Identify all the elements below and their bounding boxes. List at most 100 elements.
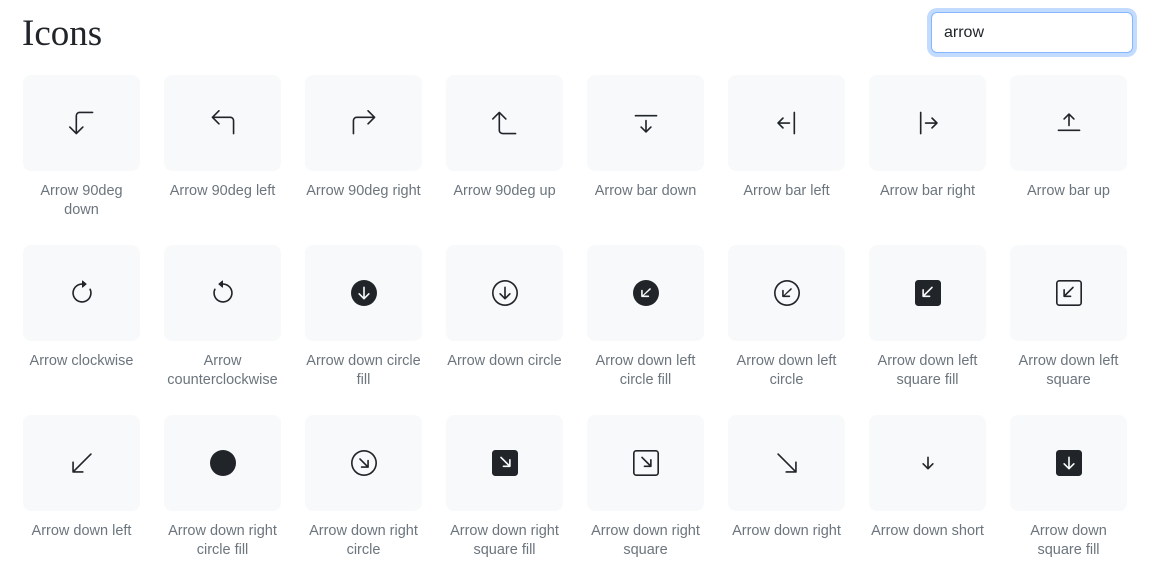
arrow-90deg-right-icon [352, 110, 375, 135]
icon-label: Arrow down right square fill [450, 523, 559, 558]
icon-tile[interactable] [164, 245, 281, 341]
arrow-counterclockwise-icon [212, 280, 233, 303]
icon-tile[interactable] [446, 415, 563, 511]
arrow-90deg-down-icon [68, 111, 93, 135]
icon-label: Arrow counterclockwise [167, 353, 278, 388]
icon-label: Arrow down right circle fill [168, 523, 277, 558]
icon-tile[interactable] [164, 415, 281, 511]
icon-label: Arrow bar left [743, 183, 830, 199]
icon-cell[interactable]: Arrow down right circle [305, 415, 422, 585]
icon-label: Arrow down circle [447, 353, 562, 369]
arrow-90deg-left-icon [211, 110, 234, 135]
icon-tile[interactable] [728, 245, 845, 341]
icon-tile[interactable] [869, 415, 986, 511]
icon-cell[interactable]: Arrow 90deg left [164, 75, 281, 245]
search-input[interactable] [931, 12, 1133, 53]
icon-label: Arrow down short [871, 523, 984, 539]
arrow-down-left-circle-icon [773, 280, 800, 306]
icon-cell[interactable]: Arrow 90deg down [23, 75, 140, 245]
icon-label: Arrow down square fill [1030, 523, 1107, 558]
icon-cell[interactable]: Arrow down square fill [1010, 415, 1127, 585]
icon-cell[interactable]: Arrow down left [23, 415, 140, 585]
arrow-down-square-fill-icon [1055, 450, 1082, 476]
arrow-90deg-up-icon [491, 111, 516, 135]
icon-tile[interactable] [164, 75, 281, 171]
icon-label: Arrow 90deg right [306, 183, 421, 199]
icon-tile[interactable] [446, 245, 563, 341]
icon-cell[interactable]: Arrow clockwise [23, 245, 140, 415]
icon-tile[interactable] [587, 75, 704, 171]
icon-tile[interactable] [305, 415, 422, 511]
icon-tile[interactable] [587, 245, 704, 341]
icon-tile[interactable] [1010, 415, 1127, 511]
icon-label: Arrow down right square [591, 523, 700, 558]
icon-label: Arrow down right [732, 523, 841, 539]
icon-label: Arrow 90deg up [453, 183, 556, 199]
arrow-down-right-circle-icon [350, 450, 377, 476]
arrow-down-left-square-icon [1055, 280, 1082, 306]
icon-tile[interactable] [23, 75, 140, 171]
icon-tile[interactable] [1010, 245, 1127, 341]
icon-tile[interactable] [305, 75, 422, 171]
search-box [931, 12, 1133, 53]
icon-tile[interactable] [869, 75, 986, 171]
arrow-down-circle-fill-icon [350, 280, 377, 306]
arrow-bar-left-icon [776, 111, 795, 135]
icon-label: Arrow down left circle fill [595, 353, 696, 388]
icon-label: Arrow clockwise [29, 353, 134, 369]
icon-label: Arrow down left square [1018, 353, 1119, 388]
icon-cell[interactable]: Arrow bar up [1010, 75, 1127, 245]
icon-cell[interactable]: Arrow down left square fill [869, 245, 986, 415]
icon-label: Arrow down right circle [309, 523, 418, 558]
icon-grid: Arrow 90deg down Arrow 90deg left Arrow 90… [23, 75, 1133, 585]
icon-cell[interactable]: Arrow down left square [1010, 245, 1127, 415]
arrow-bar-up-icon [1057, 113, 1080, 132]
icon-cell[interactable]: Arrow down right circle fill [164, 415, 281, 585]
arrow-down-right-square-icon [632, 450, 659, 476]
icon-label: Arrow down left [31, 523, 132, 539]
icon-cell[interactable]: Arrow bar right [869, 75, 986, 245]
icon-label: Arrow down circle fill [306, 353, 421, 388]
icon-tile[interactable] [23, 415, 140, 511]
icon-cell[interactable]: Arrow bar down [587, 75, 704, 245]
icon-cell[interactable]: Arrow 90deg right [305, 75, 422, 245]
arrow-down-left-circle-fill-icon [632, 280, 659, 306]
icon-tile[interactable] [446, 75, 563, 171]
arrow-down-circle-icon [491, 280, 518, 306]
icon-cell[interactable]: Arrow down right [728, 415, 845, 585]
arrow-bar-right-icon [919, 111, 938, 135]
page-title: Icons [22, 13, 103, 54]
icon-label: Arrow down left circle [736, 353, 837, 388]
icon-cell[interactable]: Arrow down right square [587, 415, 704, 585]
arrow-down-right-square-fill-icon [491, 450, 518, 476]
arrow-down-left-square-fill-icon [914, 280, 941, 306]
icon-cell[interactable]: Arrow down circle [446, 245, 563, 415]
arrow-down-short-icon [921, 456, 934, 470]
icon-cell[interactable]: Arrow down circle fill [305, 245, 422, 415]
icon-tile[interactable] [305, 245, 422, 341]
arrow-bar-down-icon [634, 114, 657, 133]
arrow-down-right-circle-fill-icon [209, 450, 236, 476]
arrow-down-left-icon [71, 453, 92, 473]
icon-cell[interactable]: Arrow bar left [728, 75, 845, 245]
icon-tile[interactable] [728, 75, 845, 171]
icon-label: Arrow bar right [879, 183, 976, 199]
icon-cell[interactable]: Arrow down left circle fill [587, 245, 704, 415]
icon-tile[interactable] [728, 415, 845, 511]
icon-tile[interactable] [1010, 75, 1127, 171]
icon-cell[interactable]: Arrow down left circle [728, 245, 845, 415]
arrow-clockwise-icon [71, 280, 92, 303]
icon-label: Arrow bar down [594, 183, 697, 199]
arrow-down-right-icon [776, 453, 797, 473]
icon-tile[interactable] [869, 245, 986, 341]
icon-label: Arrow down left square fill [877, 353, 978, 388]
icons-gallery-page: Icons Arrow 90deg down Arrow 90deg left Ar… [0, 0, 1155, 575]
icon-cell[interactable]: Arrow down right square fill [446, 415, 563, 585]
icon-tile[interactable] [587, 415, 704, 511]
icon-cell[interactable]: Arrow counterclockwise [164, 245, 281, 415]
icon-cell[interactable]: Arrow down short [869, 415, 986, 585]
icon-label: Arrow 90deg down [40, 183, 123, 218]
icon-tile[interactable] [23, 245, 140, 341]
icon-cell[interactable]: Arrow 90deg up [446, 75, 563, 245]
icon-label: Arrow 90deg left [169, 183, 276, 199]
